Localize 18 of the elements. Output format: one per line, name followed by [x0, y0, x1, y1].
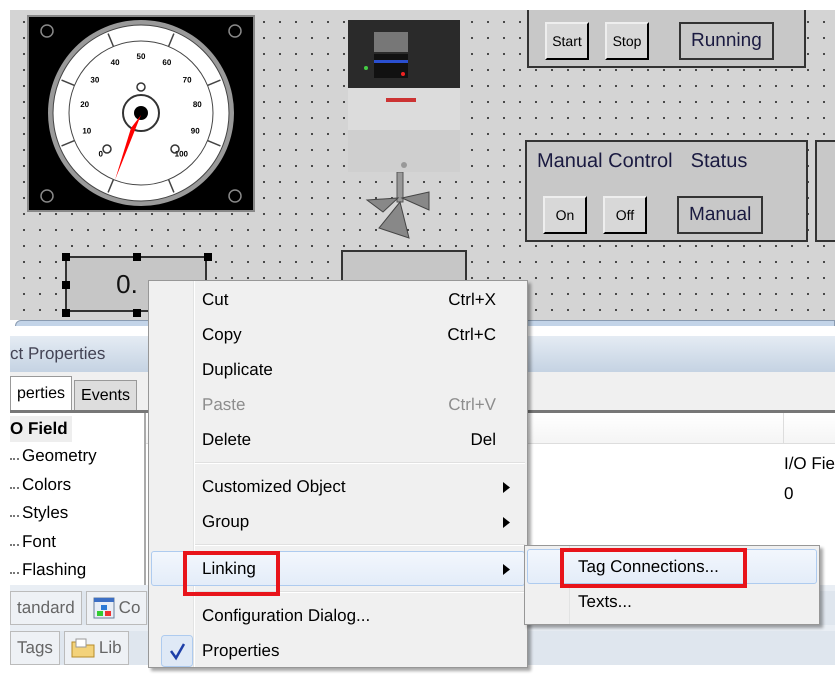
scale-label: 90 [190, 126, 200, 136]
status-display: Manual [677, 196, 764, 234]
scale-label: 80 [192, 100, 202, 110]
property-value: I/O Fie [784, 454, 835, 475]
property-value: 0 [784, 484, 794, 505]
scale-label: 60 [162, 58, 172, 68]
status-label: Status [690, 150, 748, 173]
scale-label: 40 [110, 58, 120, 68]
scale-label: 50 [136, 52, 146, 61]
scale-label: 70 [182, 76, 192, 84]
scale-label: 0 [98, 149, 103, 158]
scale-label: 20 [80, 100, 90, 110]
status-display: Running [679, 22, 774, 60]
scale-label: 10 [82, 126, 92, 136]
panel-title: Manual Control [537, 150, 673, 173]
scale-label: 30 [90, 76, 100, 84]
panel-title: ct Properties [10, 344, 106, 364]
scale-label: 100 [174, 149, 188, 158]
